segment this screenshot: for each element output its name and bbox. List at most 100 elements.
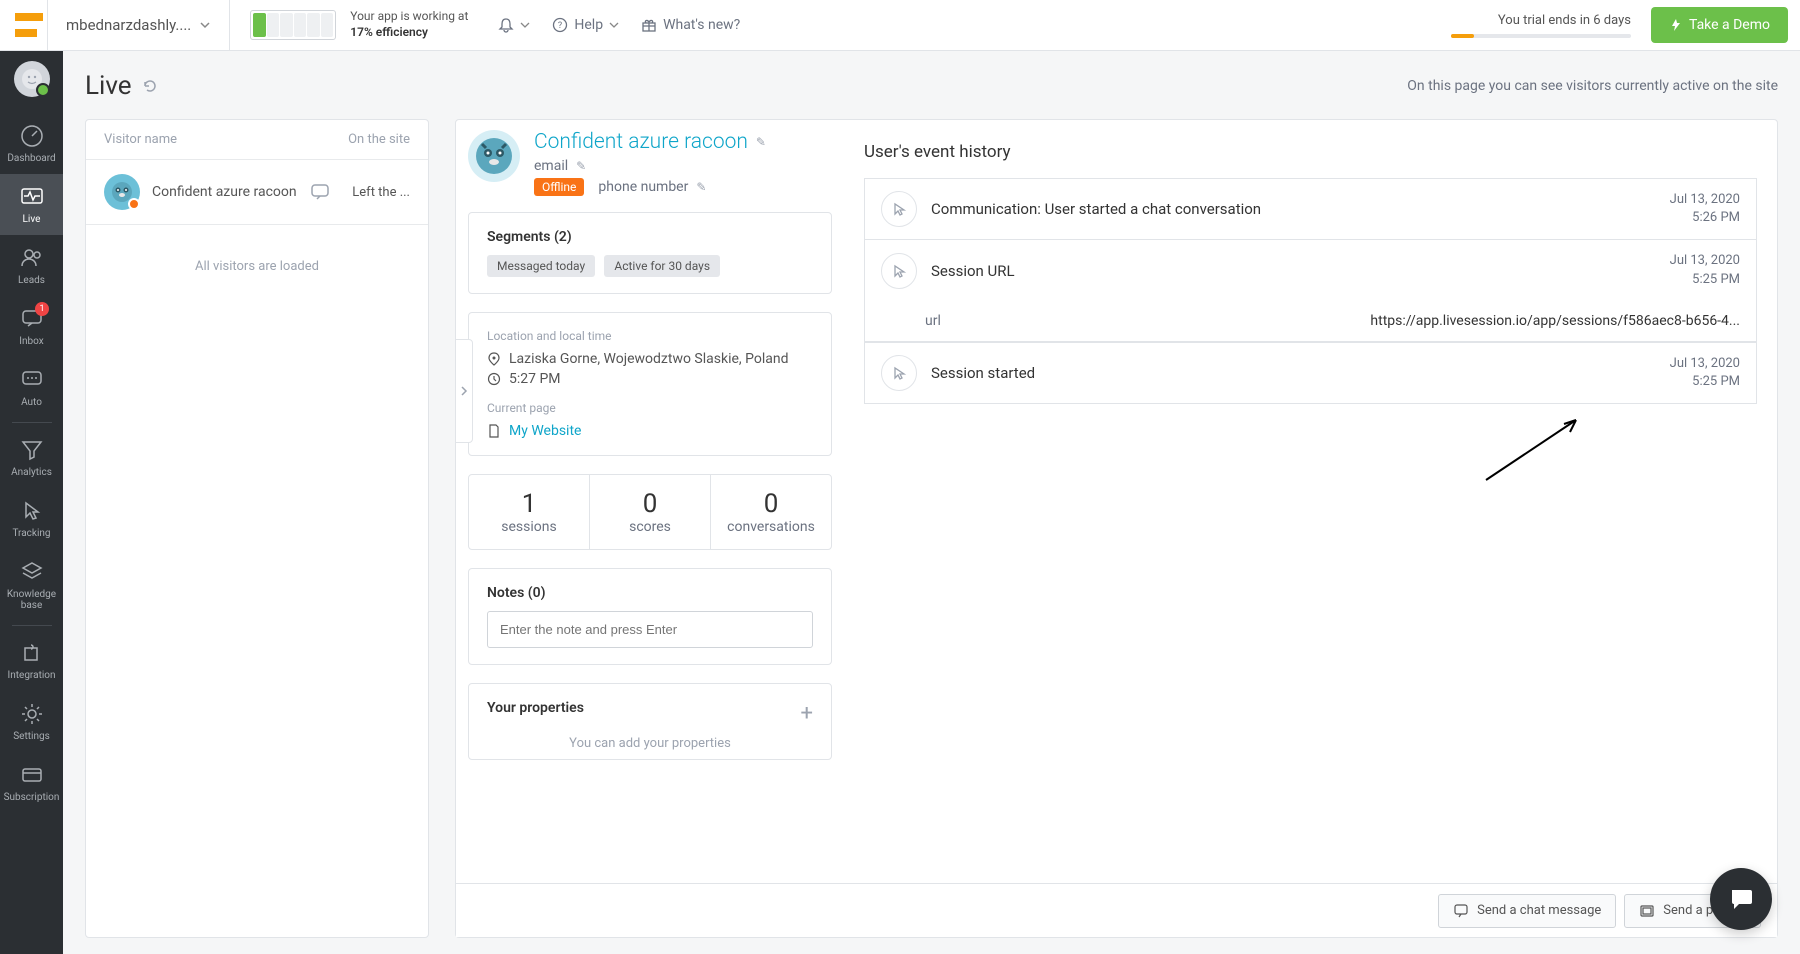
profile-name: Confident azure racoon ✎ <box>534 130 766 154</box>
notifications-button[interactable] <box>498 17 530 33</box>
send-chat-button[interactable]: Send a chat message <box>1438 894 1616 928</box>
chat-icon <box>310 182 330 202</box>
take-demo-button[interactable]: Take a Demo <box>1651 7 1788 43</box>
cursor-icon <box>881 355 917 391</box>
arrow-annotation <box>1476 410 1596 490</box>
card-icon <box>19 762 45 788</box>
col-on-site: On the site <box>348 132 410 147</box>
gear-icon <box>19 701 45 727</box>
sidebar-item-tracking[interactable]: Tracking <box>0 488 63 549</box>
sidebar-item-analytics[interactable]: Analytics <box>0 427 63 488</box>
edit-phone-button[interactable]: ✎ <box>696 180 706 194</box>
pulse-icon <box>19 184 45 210</box>
bell-icon <box>498 17 514 33</box>
details-footer: Send a chat message Send a pop-up <box>456 883 1777 937</box>
profile-header: Confident azure racoon ✎ email ✎ Offline… <box>468 130 832 196</box>
sidebar-item-inbox[interactable]: 1 Inbox <box>0 296 63 357</box>
stat-scores[interactable]: 0scores <box>589 475 710 549</box>
puzzle-icon <box>19 640 45 666</box>
sidebar-item-dashboard[interactable]: Dashboard <box>0 113 63 174</box>
page-header: Live On this page you can see visitors c… <box>85 71 1778 101</box>
refresh-icon[interactable] <box>142 78 158 94</box>
local-time: 5:27 PM <box>509 371 561 387</box>
auto-icon <box>19 367 45 393</box>
page-title: Live <box>85 71 158 101</box>
profile-avatar <box>468 130 520 182</box>
sidebar-item-leads[interactable]: Leads <box>0 235 63 296</box>
workspace-name: mbednarzdashly.... <box>66 16 191 34</box>
details-panel: Confident azure racoon ✎ email ✎ Offline… <box>455 119 1778 938</box>
help-icon: ? <box>552 17 568 33</box>
efficiency-widget[interactable]: Your app is working at 17% efficiency <box>230 9 488 40</box>
segments-card: Segments (2) Messaged today Active for 3… <box>468 212 832 294</box>
layers-icon <box>19 559 45 585</box>
efficiency-meter <box>250 10 336 40</box>
page-icon <box>487 424 501 438</box>
segment-chip[interactable]: Messaged today <box>487 255 595 277</box>
event-item[interactable]: Session URL Jul 13, 20205:25 PM <box>864 239 1757 300</box>
funnel-icon <box>19 437 45 463</box>
sidebar: Dashboard Live Leads 1 Inbox Auto Analyt… <box>0 51 63 954</box>
clock-icon <box>487 372 501 386</box>
efficiency-text: Your app is working at 17% efficiency <box>350 9 468 40</box>
bolt-icon <box>1669 18 1683 32</box>
edit-email-button[interactable]: ✎ <box>576 159 586 173</box>
sidebar-item-integration[interactable]: Integration <box>0 630 63 691</box>
cursor-icon <box>881 191 917 227</box>
location-card: Location and local time Laziska Gorne, W… <box>468 312 832 456</box>
chevron-down-icon <box>199 19 211 31</box>
chevron-down-icon <box>609 20 619 30</box>
dashboard-icon <box>19 123 45 149</box>
inbox-badge: 1 <box>35 302 49 316</box>
visitor-status: Left the ... <box>352 185 410 200</box>
edit-name-button[interactable]: ✎ <box>756 135 766 149</box>
racoon-icon <box>474 136 514 176</box>
event-url-row[interactable]: url https://app.livesession.io/app/sessi… <box>864 301 1757 342</box>
popup-icon <box>1639 903 1655 919</box>
page-description: On this page you can see visitors curren… <box>1407 78 1778 94</box>
pin-icon <box>487 352 501 366</box>
current-page-link[interactable]: My Website <box>509 423 581 439</box>
svg-text:?: ? <box>558 21 562 31</box>
collapse-handle[interactable] <box>455 339 473 443</box>
sidebar-item-subscription[interactable]: Subscription <box>0 752 63 813</box>
stats-row: 1sessions 0scores 0conversations <box>468 474 832 550</box>
sidebar-item-live[interactable]: Live <box>0 174 63 235</box>
topbar: mbednarzdashly.... Your app is working a… <box>0 0 1800 51</box>
workspace-selector[interactable]: mbednarzdashly.... <box>48 0 230 50</box>
sidebar-item-kb[interactable]: Knowledge base <box>0 549 63 621</box>
whats-new-button[interactable]: What's new? <box>641 17 740 33</box>
sidebar-item-settings[interactable]: Settings <box>0 691 63 752</box>
users-icon <box>19 245 45 271</box>
chat-fab[interactable] <box>1710 868 1772 930</box>
visitors-panel: Visitor name On the site Confident azure… <box>85 119 429 938</box>
visitor-name: Confident azure racoon <box>152 184 298 200</box>
sidebar-item-auto[interactable]: Auto <box>0 357 63 418</box>
add-property-button[interactable]: + <box>801 701 813 726</box>
session-url-link[interactable]: https://app.livesession.io/app/sessions/… <box>1370 313 1740 329</box>
trial-progress-bar <box>1451 34 1631 38</box>
stat-conversations[interactable]: 0conversations <box>710 475 831 549</box>
app-logo[interactable] <box>0 0 48 50</box>
chevron-right-icon <box>460 385 468 397</box>
location-text: Laziska Gorne, Wojewodztwo Slaskie, Pola… <box>509 351 789 367</box>
help-button[interactable]: ? Help <box>552 17 619 33</box>
user-avatar[interactable] <box>14 61 50 97</box>
chevron-down-icon <box>520 20 530 30</box>
note-input[interactable] <box>487 611 813 648</box>
stat-sessions[interactable]: 1sessions <box>469 475 589 549</box>
profile-email: email ✎ <box>534 158 766 174</box>
chat-bubble-icon <box>1727 885 1755 913</box>
cursor-icon <box>19 498 45 524</box>
logo-icon <box>13 11 47 39</box>
visitor-avatar <box>104 174 140 210</box>
event-item[interactable]: Session started Jul 13, 20205:25 PM <box>864 342 1757 404</box>
visitor-row[interactable]: Confident azure racoon Left the ... <box>86 160 428 225</box>
event-item[interactable]: Communication: User started a chat conve… <box>864 178 1757 239</box>
offline-badge: Offline <box>534 178 584 196</box>
segment-chip[interactable]: Active for 30 days <box>604 255 720 277</box>
chat-icon <box>1453 903 1469 919</box>
cursor-icon <box>881 253 917 289</box>
notes-card: Notes (0) <box>468 568 832 665</box>
trial-status: You trial ends in 6 days <box>1451 13 1631 38</box>
